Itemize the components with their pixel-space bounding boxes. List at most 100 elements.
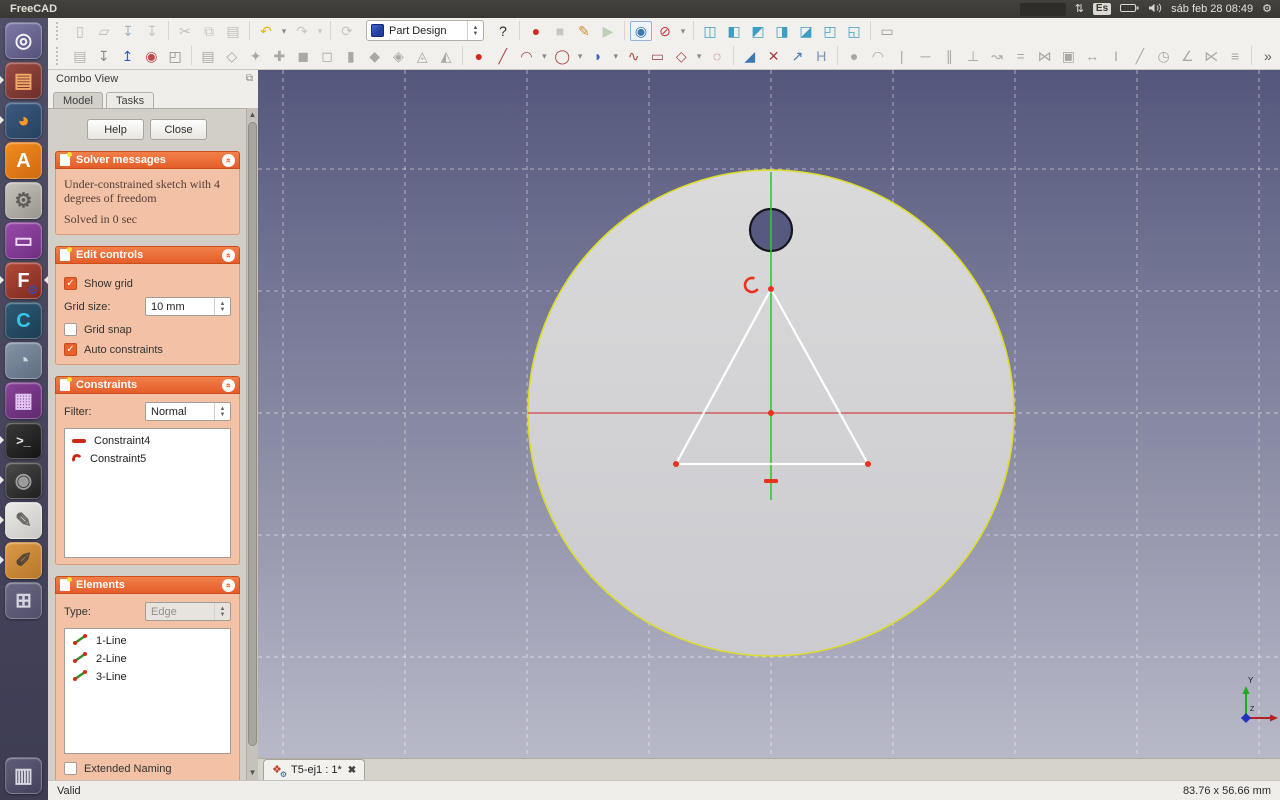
battery-icon[interactable] [1120,3,1139,16]
constraint-item[interactable]: Constraint5 [65,450,230,468]
toolbar-sk-polygon-dropdown[interactable]: ▾ [693,45,705,67]
toolbar-sk-arc[interactable]: ◠ [515,45,539,67]
launcher-software-center[interactable]: A [0,141,48,181]
toolbar-macro-stop[interactable]: ■ [548,20,572,42]
toolbar-con-perpendicular[interactable]: ⊥ [961,45,985,67]
toolbar-con-v-distance[interactable]: I [1104,45,1128,67]
toolbar-sketch-export[interactable]: ↥ [116,45,140,67]
toolbar-con-tangent[interactable]: ↝ [985,45,1009,67]
toolbar-new-file[interactable]: ▯ [68,20,92,42]
solver-messages-header[interactable]: Solver messages « [55,151,240,169]
toolbar-con-equal[interactable]: = [1009,45,1033,67]
toolbar-view-right[interactable]: ◨ [770,20,794,42]
volume-icon[interactable] [1148,3,1162,16]
launcher-firefox[interactable]: ◕ [0,101,48,141]
toolbar-sk-point[interactable]: ● [467,45,491,67]
show-grid-checkbox[interactable]: ✓ [64,277,77,290]
toolbar-pd-fillet[interactable]: ◆ [363,45,387,67]
toolbar-refresh[interactable]: ⟳ [335,20,359,42]
toolbar-cut[interactable]: ✂ [173,20,197,42]
toolbar-pd-draft[interactable]: ◬ [410,45,434,67]
network-icon[interactable]: ⇅ [1075,3,1084,15]
toolbar-draw-style[interactable]: ⊘ [653,20,677,42]
toolbar-save[interactable]: ↧ [116,20,140,42]
toolbar-sk-polygon[interactable]: ◇ [669,45,693,67]
toolbar-paste[interactable]: ▤ [221,20,245,42]
toolbar-con-horizontal[interactable]: ─ [914,45,938,67]
toolbar-pd-groove[interactable]: ✚ [267,45,291,67]
toolbar-pd-box1[interactable]: ◼ [291,45,315,67]
panel-scrollbar[interactable]: ▲ ▼ [246,108,258,780]
constraint-item[interactable]: Constraint4 [65,432,230,450]
toolbar-con-coincident[interactable]: ● [842,45,866,67]
launcher-freecad[interactable]: F⚙ [0,261,48,301]
toolbar-pd-pocket[interactable]: ◇ [220,45,244,67]
toolbar-con-snell[interactable]: ⋉ [1199,45,1223,67]
toolbar-measure[interactable]: ▭ [875,20,899,42]
launcher-text-editor[interactable]: ✎ [0,501,48,541]
toolbar-open-file[interactable]: ▱ [92,20,116,42]
element-item[interactable]: 3-Line [65,668,230,686]
close-button[interactable]: Close [150,119,207,140]
launcher-media-app[interactable]: ▭ [0,221,48,261]
launcher-workspace-switcher[interactable]: ⊞ [0,581,48,621]
toolbar-sketch-validate[interactable]: ◉ [139,45,163,67]
toolbar-sk-circle[interactable]: ◯ [550,45,574,67]
toolbar-con-radius[interactable]: ◷ [1152,45,1176,67]
toolbar-view-rear[interactable]: ◪ [794,20,818,42]
launcher-system-settings[interactable]: ⚙ [0,181,48,221]
grid-size-input[interactable]: 10 mm ▲▼ [145,297,231,316]
constraints-header[interactable]: Constraints « [55,376,240,394]
toolbar-macro-play[interactable]: ▶ [596,20,620,42]
elements-list[interactable]: 1-Line2-Line3-Line [64,628,231,754]
toolbar-pd-revolution[interactable]: ✦ [244,45,268,67]
scroll-down-icon[interactable]: ▼ [247,767,258,779]
toolbar-pd-pad[interactable]: ▤ [196,45,220,67]
sketch-viewport[interactable]: YXZ [258,70,1280,758]
toolbar-view-top[interactable]: ◩ [746,20,770,42]
toolbar-toolbar-overflow[interactable]: » [1256,45,1280,67]
toolbar-sketch-merge[interactable]: ↧ [92,45,116,67]
constraints-list[interactable]: Constraint4Constraint5 [64,428,231,558]
workbench-selector[interactable]: Part Design▲▼ [366,20,484,41]
toolbar-pd-box3[interactable]: ▮ [339,45,363,67]
help-button[interactable]: Help [87,119,144,140]
toolbar-view-front[interactable]: ◧ [722,20,746,42]
toolbar-draw-style-dropdown[interactable]: ▾ [677,20,689,42]
toolbar-save-as[interactable]: ↧ [140,20,164,42]
clock[interactable]: sáb feb 28 08:49 [1171,3,1253,15]
toolbar-sk-arc-dropdown[interactable]: ▾ [538,45,550,67]
auto-constraints-checkbox[interactable]: ✓ [64,343,77,356]
collapse-icon[interactable]: « [222,379,235,392]
elements-header[interactable]: Elements « [55,576,240,594]
tab-model[interactable]: Model [53,92,103,109]
launcher-app-c[interactable]: C [0,301,48,341]
spinner-arrows[interactable]: ▲▼ [214,298,230,315]
tab-close-icon[interactable]: ✖ [348,765,356,776]
toolbar-con-symmetric[interactable]: ⋈ [1033,45,1057,67]
toolbar-sk-conic[interactable]: ◗ [586,45,610,67]
toolbar-con-angle[interactable]: ∠ [1176,45,1200,67]
toolbar-view-left[interactable]: ◱ [842,20,866,42]
toolbar-macro-record[interactable]: ● [524,20,548,42]
session-gear-icon[interactable]: ⚙ [1262,3,1272,15]
toolbar-view-fit-all[interactable]: ◉ [630,21,652,41]
launcher-media-keys[interactable]: ▦ [0,381,48,421]
launcher-gimp[interactable]: ✐ [0,541,48,581]
toolbar-macro-edit[interactable]: ✎ [572,20,596,42]
toolbar-sk-external[interactable]: ↗ [786,45,810,67]
collapse-icon[interactable]: « [222,579,235,592]
keyboard-layout-indicator[interactable]: Es [1093,3,1111,15]
toolbar-pd-thickness[interactable]: ◭ [434,45,458,67]
workbench-spinner[interactable]: ▲▼ [467,21,483,40]
toolbar-sk-conic-dropdown[interactable]: ▾ [610,45,622,67]
toolbar-con-length[interactable]: ╱ [1128,45,1152,67]
panel-undock-icon[interactable]: ⧉ [246,74,253,84]
toolbar-sk-slot[interactable]: ◌ [705,45,729,67]
toolbar-undo[interactable]: ↶ [254,20,278,42]
toolbar-sk-carbon-copy[interactable]: H [809,45,833,67]
launcher-dash-home[interactable]: ◎ [0,21,48,61]
element-item[interactable]: 1-Line [65,632,230,650]
toolbar-redo[interactable]: ↷ [290,20,314,42]
filter-combobox[interactable]: Normal ▲▼ [145,402,231,421]
